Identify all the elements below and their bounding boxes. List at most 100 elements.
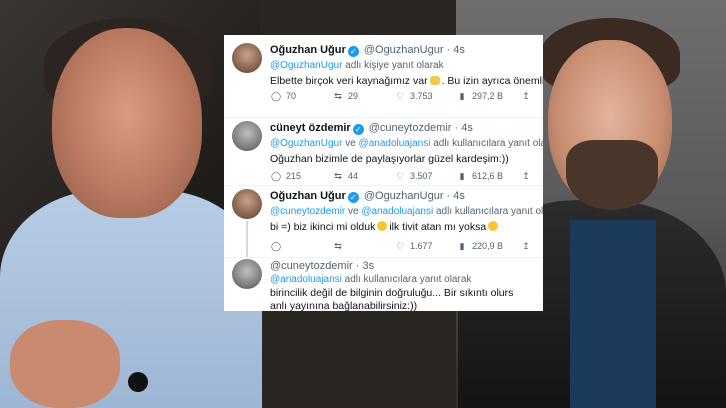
- tweet-actions: ◯ 215 ⇆ 44 ♡ 3.507 ▮ 612,6 B ↥: [270, 171, 532, 185]
- tweet-header: Oğuzhan Uğur ✓ @OguzhanUgur · 4s: [270, 44, 465, 57]
- retweet-button[interactable]: ⇆ 29: [332, 91, 358, 102]
- view-count: 297,2 B: [472, 91, 504, 101]
- retweet-icon: ⇆: [334, 241, 342, 251]
- timestamp[interactable]: 4s: [461, 122, 473, 134]
- share-icon: ↥: [522, 171, 530, 181]
- tweet-text-line: anlı yayınına bağlanabilirsiniz:)): [270, 300, 418, 311]
- tweet-thread-card: Oğuzhan Uğur ✓ @OguzhanUgur · 4s @Oguzhan…: [224, 35, 543, 311]
- reply-icon: ◯: [270, 91, 282, 101]
- tweet-text-part: ilk tivit atan mı yoksa: [389, 221, 487, 233]
- tweet-text-part: Elbette birçok veri kaynağımız var: [270, 75, 428, 87]
- avatar[interactable]: [232, 43, 262, 73]
- avatar[interactable]: [232, 259, 262, 289]
- share-button[interactable]: ↥: [520, 241, 536, 252]
- like-count: 1.677: [410, 241, 433, 251]
- avatar[interactable]: [232, 189, 262, 219]
- display-name[interactable]: Oğuzhan Uğur: [270, 44, 346, 56]
- left-person-hand: [10, 320, 120, 408]
- heart-icon: ♡: [395, 171, 405, 181]
- reply-context-text: adlı kullanıcılara yanıt olarak: [435, 206, 543, 217]
- views-button[interactable]: ▮ 612,6 B: [456, 171, 504, 182]
- tweet-actions: ◯ 70 ⇆ 29 ♡ 3.753 ▮ 297,2 B ↥: [270, 91, 532, 105]
- reply-button[interactable]: ◯ 70: [270, 91, 296, 102]
- bar-chart-icon: ▮: [459, 241, 465, 251]
- lapel-microphone: [128, 372, 148, 392]
- reply-icon: ◯: [270, 241, 282, 251]
- mention-link[interactable]: @OguzhanUgur: [270, 138, 342, 149]
- view-count: 220,9 B: [472, 241, 504, 251]
- tweet: @cuneytozdemir · 3s @anadoluajansi adlı …: [224, 257, 543, 311]
- handle[interactable]: @OguzhanUgur: [364, 190, 444, 202]
- reply-button[interactable]: ◯ 215: [270, 171, 301, 182]
- left-person-face: [52, 28, 202, 218]
- reply-context: @anadoluajansi adlı kullanıcılara yanıt …: [270, 274, 471, 285]
- retweet-button[interactable]: ⇆: [332, 241, 348, 252]
- tweet-text: Oğuzhan bizimle de paylaşıyorlar güzel k…: [270, 153, 509, 165]
- bar-chart-icon: ▮: [459, 91, 465, 101]
- reply-icon: ◯: [270, 171, 282, 181]
- praying-hands-icon: [429, 76, 440, 85]
- tweet-text: Elbette birçok veri kaynağımız var . Bu i…: [270, 75, 543, 87]
- retweet-count: 29: [348, 91, 359, 101]
- timestamp[interactable]: 3s: [362, 260, 374, 272]
- reply-context: @OguzhanUgur adlı kişiye yanıt olarak: [270, 60, 444, 71]
- display-name[interactable]: cüneyt özdemir: [270, 122, 351, 134]
- tweet-header: @cuneytozdemir · 3s: [270, 260, 375, 272]
- retweet-icon: ⇆: [334, 171, 342, 181]
- share-icon: ↥: [522, 241, 530, 251]
- verified-badge-icon: ✓: [347, 46, 359, 57]
- display-name[interactable]: Oğuzhan Uğur: [270, 190, 346, 202]
- view-count: 612,6 B: [472, 171, 504, 181]
- reply-context-join: ve: [347, 206, 359, 217]
- views-button[interactable]: ▮ 297,2 B: [456, 91, 504, 102]
- handle[interactable]: @cuneytozdemir: [270, 260, 353, 272]
- like-count: 3.507: [410, 171, 433, 181]
- tweet-text: bi =) biz ikinci mi olduk ilk tivit atan …: [270, 221, 500, 233]
- share-icon: ↥: [522, 91, 530, 101]
- verified-badge-icon: ✓: [347, 192, 359, 203]
- bar-chart-icon: ▮: [459, 171, 465, 181]
- mention-link[interactable]: @cuneytozdemir: [270, 206, 345, 217]
- laughing-emoji-icon: [488, 221, 499, 231]
- handle[interactable]: @OguzhanUgur: [364, 44, 444, 56]
- handle[interactable]: @cuneytozdemir: [369, 122, 452, 134]
- tweet: Oğuzhan Uğur ✓ @OguzhanUgur · 4s @cuneyto…: [224, 185, 543, 258]
- retweet-count: 44: [348, 171, 359, 181]
- sweat-smile-emoji-icon: [377, 221, 388, 231]
- right-person-beard: [566, 140, 658, 210]
- timestamp[interactable]: 4s: [453, 44, 465, 56]
- tweet: cüneyt özdemir ✓ @cuneytozdemir · 4s @Ogu…: [224, 117, 543, 186]
- mention-link[interactable]: @anadoluajansi: [359, 138, 431, 149]
- like-button[interactable]: ♡ 1.677: [394, 241, 433, 252]
- reply-count: 215: [286, 171, 302, 181]
- reply-context-text: adlı kişiye yanıt olarak: [345, 60, 444, 71]
- like-count: 3.753: [410, 91, 433, 101]
- share-button[interactable]: ↥: [520, 91, 536, 102]
- tweet-header: Oğuzhan Uğur ✓ @OguzhanUgur · 4s: [270, 190, 465, 203]
- verified-badge-icon: ✓: [352, 124, 364, 135]
- mention-link[interactable]: @anadoluajansi: [270, 274, 342, 285]
- tweet-text-line: birincilik değil de bilginin doğruluğu..…: [270, 287, 514, 299]
- tweet: Oğuzhan Uğur ✓ @OguzhanUgur · 4s @Oguzhan…: [224, 35, 543, 118]
- share-button[interactable]: ↥: [520, 171, 536, 182]
- retweet-button[interactable]: ⇆ 44: [332, 171, 358, 182]
- retweet-icon: ⇆: [334, 91, 342, 101]
- reply-context-join: ve: [345, 138, 356, 149]
- mention-link[interactable]: @anadoluajansi: [361, 206, 433, 217]
- avatar[interactable]: [232, 121, 262, 151]
- like-button[interactable]: ♡ 3.753: [394, 91, 433, 102]
- views-button[interactable]: ▮ 220,9 B: [456, 241, 504, 252]
- reply-button[interactable]: ◯: [270, 241, 286, 252]
- reply-context-text: adlı kullanıcılara yanıt olarak: [344, 274, 472, 285]
- tweet-text-part: bi =) biz ikinci mi olduk: [270, 221, 376, 233]
- tweet-header: cüneyt özdemir ✓ @cuneytozdemir · 4s: [270, 122, 473, 135]
- tweet-actions: ◯ ⇆ ♡ 1.677 ▮ 220,9 B ↥: [270, 241, 532, 255]
- reply-context: @cuneytozdemir ve @anadoluajansi adlı ku…: [270, 206, 543, 217]
- right-person-shirt: [570, 220, 656, 408]
- reply-context-text: adlı kullanıcılara yanıt olarak: [433, 138, 543, 149]
- reply-count: 70: [286, 91, 297, 101]
- like-button[interactable]: ♡ 3.507: [394, 171, 433, 182]
- mention-link[interactable]: @OguzhanUgur: [270, 60, 342, 71]
- reply-context: @OguzhanUgur ve @anadoluajansi adlı kull…: [270, 138, 543, 149]
- timestamp[interactable]: 4s: [453, 190, 465, 202]
